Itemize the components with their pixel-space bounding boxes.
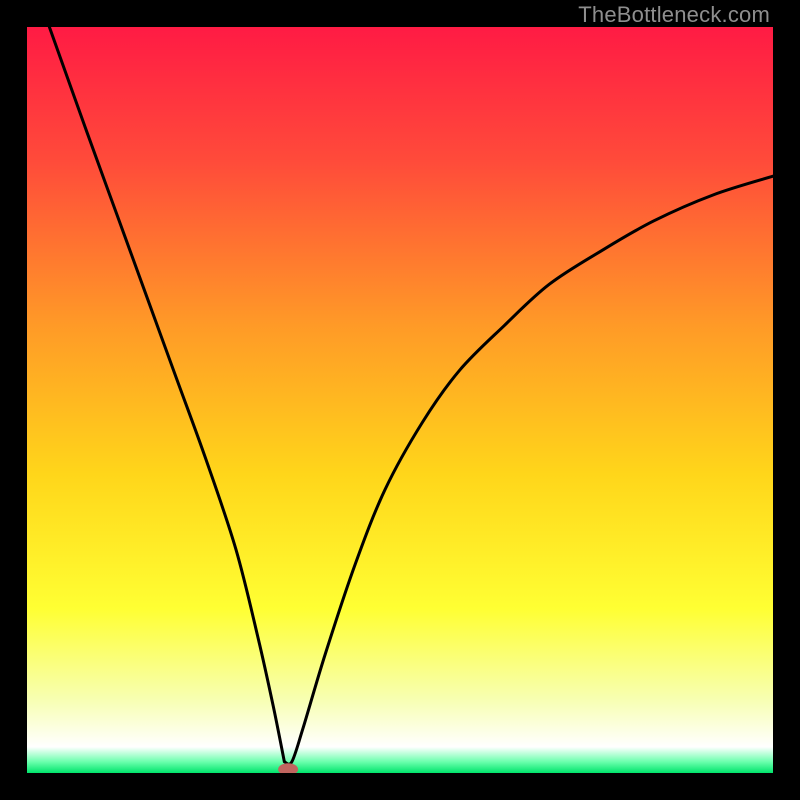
outer-frame: TheBottleneck.com — [0, 0, 800, 800]
chart-svg — [27, 27, 773, 773]
gradient-background — [27, 27, 773, 773]
chart-plot-area — [27, 27, 773, 773]
watermark-text: TheBottleneck.com — [578, 2, 770, 28]
